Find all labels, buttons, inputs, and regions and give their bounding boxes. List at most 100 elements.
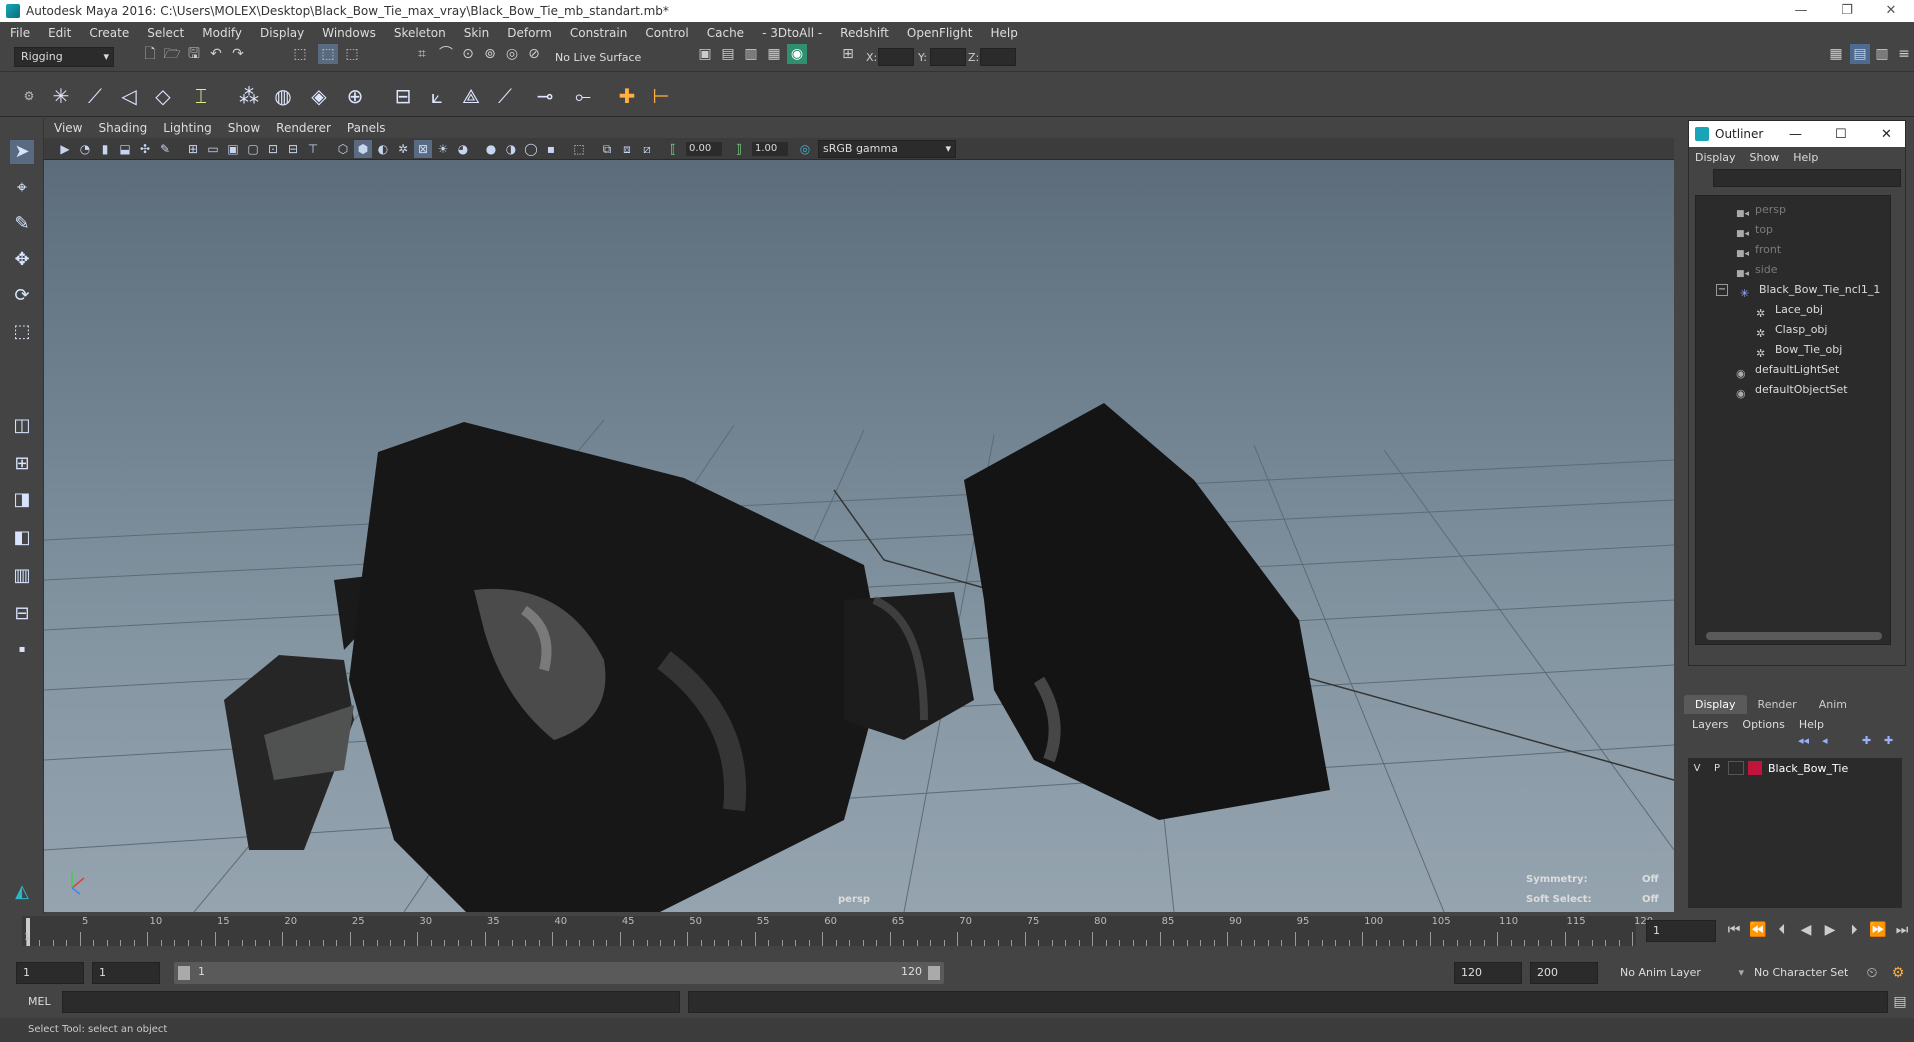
layer-display-type[interactable] bbox=[1728, 761, 1744, 775]
layer-playback-toggle[interactable]: P bbox=[1706, 763, 1728, 774]
single-perspective-icon[interactable]: ◫ bbox=[10, 414, 34, 438]
character-set-dropdown[interactable]: No Character Set bbox=[1754, 962, 1870, 984]
depth-of-field-icon[interactable]: ▪ bbox=[542, 140, 560, 158]
horizontal-scrollbar[interactable] bbox=[1706, 632, 1882, 640]
wire-icon[interactable]: ⊕ bbox=[342, 83, 368, 109]
end-time-field[interactable]: 200 bbox=[1530, 962, 1598, 984]
close-icon[interactable]: ✕ bbox=[1881, 127, 1892, 142]
menu-constrain[interactable]: Constrain bbox=[570, 26, 628, 40]
render-frame-icon[interactable]: ▤ bbox=[718, 44, 738, 64]
layer-name[interactable]: Black_Bow_Tie bbox=[1768, 762, 1848, 775]
save-scene-icon[interactable]: 🖫 bbox=[184, 44, 204, 64]
perspective-viewport[interactable]: persp Symmetry: Off Soft Select: Off bbox=[44, 160, 1674, 912]
hypershade-icon[interactable]: ◉ bbox=[787, 44, 807, 64]
film-gate-icon[interactable]: ▭ bbox=[204, 140, 222, 158]
new-layer-icon[interactable]: ✚ bbox=[1862, 734, 1871, 747]
xray-icon[interactable]: ⧉ bbox=[598, 140, 616, 158]
list-item[interactable]: ■◂ front bbox=[1736, 240, 1781, 260]
list-item[interactable]: ◉ defaultObjectSet bbox=[1736, 380, 1848, 400]
layer-menu-layers[interactable]: Layers bbox=[1692, 718, 1728, 731]
list-item[interactable]: − ✳ Black_Bow_Tie_ncl1_1 bbox=[1716, 280, 1880, 300]
remove-influence-icon[interactable]: ⟜ bbox=[570, 83, 596, 109]
motion-blur-icon[interactable]: ◑ bbox=[502, 140, 520, 158]
command-language-label[interactable]: MEL bbox=[28, 995, 51, 1008]
wireframe-icon[interactable]: ⬡ bbox=[334, 140, 352, 158]
range-end-handle[interactable] bbox=[928, 966, 940, 980]
vp-menu-shading[interactable]: Shading bbox=[98, 121, 147, 135]
snap-grid-icon[interactable]: ⌗ bbox=[412, 44, 432, 64]
persp-graph-icon[interactable]: ◧ bbox=[10, 526, 34, 550]
move-tool-icon[interactable]: ✥ bbox=[10, 248, 34, 272]
outliner-list[interactable]: ■◂ persp ■◂ top ■◂ front ■◂ side − ✳ Black_Bow… bbox=[1695, 195, 1891, 645]
redo-icon[interactable]: ↷ bbox=[228, 44, 248, 64]
select-component-icon[interactable]: ⬚ bbox=[342, 44, 362, 64]
menu-cache[interactable]: Cache bbox=[707, 26, 744, 40]
field-chart-icon[interactable]: ⊡ bbox=[264, 140, 282, 158]
parent-constraint-icon[interactable]: ⊢ bbox=[648, 83, 674, 109]
channel-box-icon[interactable]: ≡ bbox=[1894, 44, 1914, 64]
render-view-icon[interactable]: ▣ bbox=[695, 44, 715, 64]
four-view-icon[interactable]: ⊞ bbox=[10, 452, 34, 476]
interactive-bind-icon[interactable]: ⟁ bbox=[458, 83, 484, 109]
select-object-icon[interactable]: ⬚ bbox=[318, 44, 338, 64]
layer-row[interactable]: V P Black_Bow_Tie bbox=[1688, 758, 1902, 778]
ik-spline-icon[interactable]: ◁ bbox=[116, 83, 142, 109]
outliner-menu-show[interactable]: Show bbox=[1750, 151, 1780, 164]
xray-components-icon[interactable]: ⧄ bbox=[638, 140, 656, 158]
lattice-icon[interactable]: ◍ bbox=[270, 83, 296, 109]
resolution-gate-icon[interactable]: ▣ bbox=[224, 140, 242, 158]
move-layer-down-icon[interactable]: ◂ bbox=[1822, 734, 1828, 747]
bookmark-icon[interactable]: ▮ bbox=[96, 140, 114, 158]
live-surface-label[interactable]: No Live Surface bbox=[555, 51, 641, 64]
layer-color-swatch[interactable] bbox=[1748, 761, 1762, 775]
list-item[interactable]: ■◂ side bbox=[1736, 260, 1778, 280]
locator-icon[interactable]: ⌶ bbox=[188, 83, 214, 109]
step-forward-frame-icon[interactable]: ⏵ bbox=[1844, 920, 1864, 940]
anim-layer-dropdown[interactable]: No Anim Layer ▾ bbox=[1620, 962, 1744, 984]
layer-menu-options[interactable]: Options bbox=[1742, 718, 1784, 731]
time-ruler[interactable]: 5 10 15 20 25 30 35 40 45 50 55 60 65 70 75 80 85 90 95 100… bbox=[22, 916, 1653, 946]
wrap-icon[interactable]: ◈ bbox=[306, 83, 332, 109]
2d-pan-icon[interactable]: ✣ bbox=[136, 140, 154, 158]
command-input[interactable] bbox=[62, 991, 680, 1013]
attribute-editor-icon[interactable]: ▤ bbox=[1850, 44, 1870, 64]
snap-surface-icon[interactable]: ◎ bbox=[502, 44, 522, 64]
list-item[interactable]: ✲ Clasp_obj bbox=[1756, 320, 1827, 340]
collapse-icon[interactable]: − bbox=[1716, 284, 1728, 296]
menu-create[interactable]: Create bbox=[89, 26, 129, 40]
script-editor-icon[interactable]: ▤ bbox=[1890, 992, 1910, 1012]
cluster-icon[interactable]: ⁂ bbox=[236, 83, 262, 109]
new-layer-selected-icon[interactable]: ✚ bbox=[1884, 734, 1893, 747]
grease-pencil-icon[interactable]: ✎ bbox=[156, 140, 174, 158]
shelf-options-icon[interactable]: ⚙ bbox=[16, 83, 42, 109]
shaded-wireframe-icon[interactable]: ✲ bbox=[394, 140, 412, 158]
smooth-shade-icon[interactable]: ⬢ bbox=[354, 140, 372, 158]
maximize-icon[interactable]: ☐ bbox=[1835, 127, 1847, 142]
list-item[interactable]: ■◂ persp bbox=[1736, 200, 1786, 220]
menu-help[interactable]: Help bbox=[990, 26, 1017, 40]
ik-handle-icon[interactable]: ⟋ bbox=[82, 83, 108, 109]
x-field[interactable] bbox=[878, 48, 914, 66]
list-item[interactable]: ◉ defaultLightSet bbox=[1736, 360, 1839, 380]
layer-visibility-toggle[interactable]: V bbox=[1688, 763, 1706, 774]
step-back-frame-icon[interactable]: ⏴ bbox=[1772, 920, 1792, 940]
anti-alias-icon[interactable]: ◯ bbox=[522, 140, 540, 158]
menu-set-dropdown[interactable]: Rigging ▾ bbox=[14, 47, 114, 67]
menu-select[interactable]: Select bbox=[147, 26, 184, 40]
select-hierarchy-icon[interactable]: ⬚ bbox=[290, 44, 310, 64]
modeling-toolkit-icon[interactable]: ▦ bbox=[1826, 44, 1846, 64]
menu-skeleton[interactable]: Skeleton bbox=[394, 26, 446, 40]
snap-live-icon[interactable]: ⊘ bbox=[524, 44, 544, 64]
shadows-icon[interactable]: ◕ bbox=[454, 140, 472, 158]
point-constraint-icon[interactable]: ✚ bbox=[614, 83, 640, 109]
xray-joints-icon[interactable]: ⧈ bbox=[618, 140, 636, 158]
move-layer-up-icon[interactable]: ◂◂ bbox=[1798, 734, 1809, 747]
start-time-field[interactable]: 1 bbox=[16, 962, 84, 984]
y-field[interactable] bbox=[930, 48, 966, 66]
lasso-tool-icon[interactable]: ⌖ bbox=[10, 176, 34, 200]
tab-anim[interactable]: Anim bbox=[1808, 695, 1858, 714]
bind-skin-icon[interactable]: ⊟ bbox=[390, 83, 416, 109]
far-clip-icon[interactable]: ⟧ bbox=[730, 140, 748, 158]
safe-title-icon[interactable]: ⊤ bbox=[304, 140, 322, 158]
paint-select-icon[interactable]: ✎ bbox=[10, 212, 34, 236]
